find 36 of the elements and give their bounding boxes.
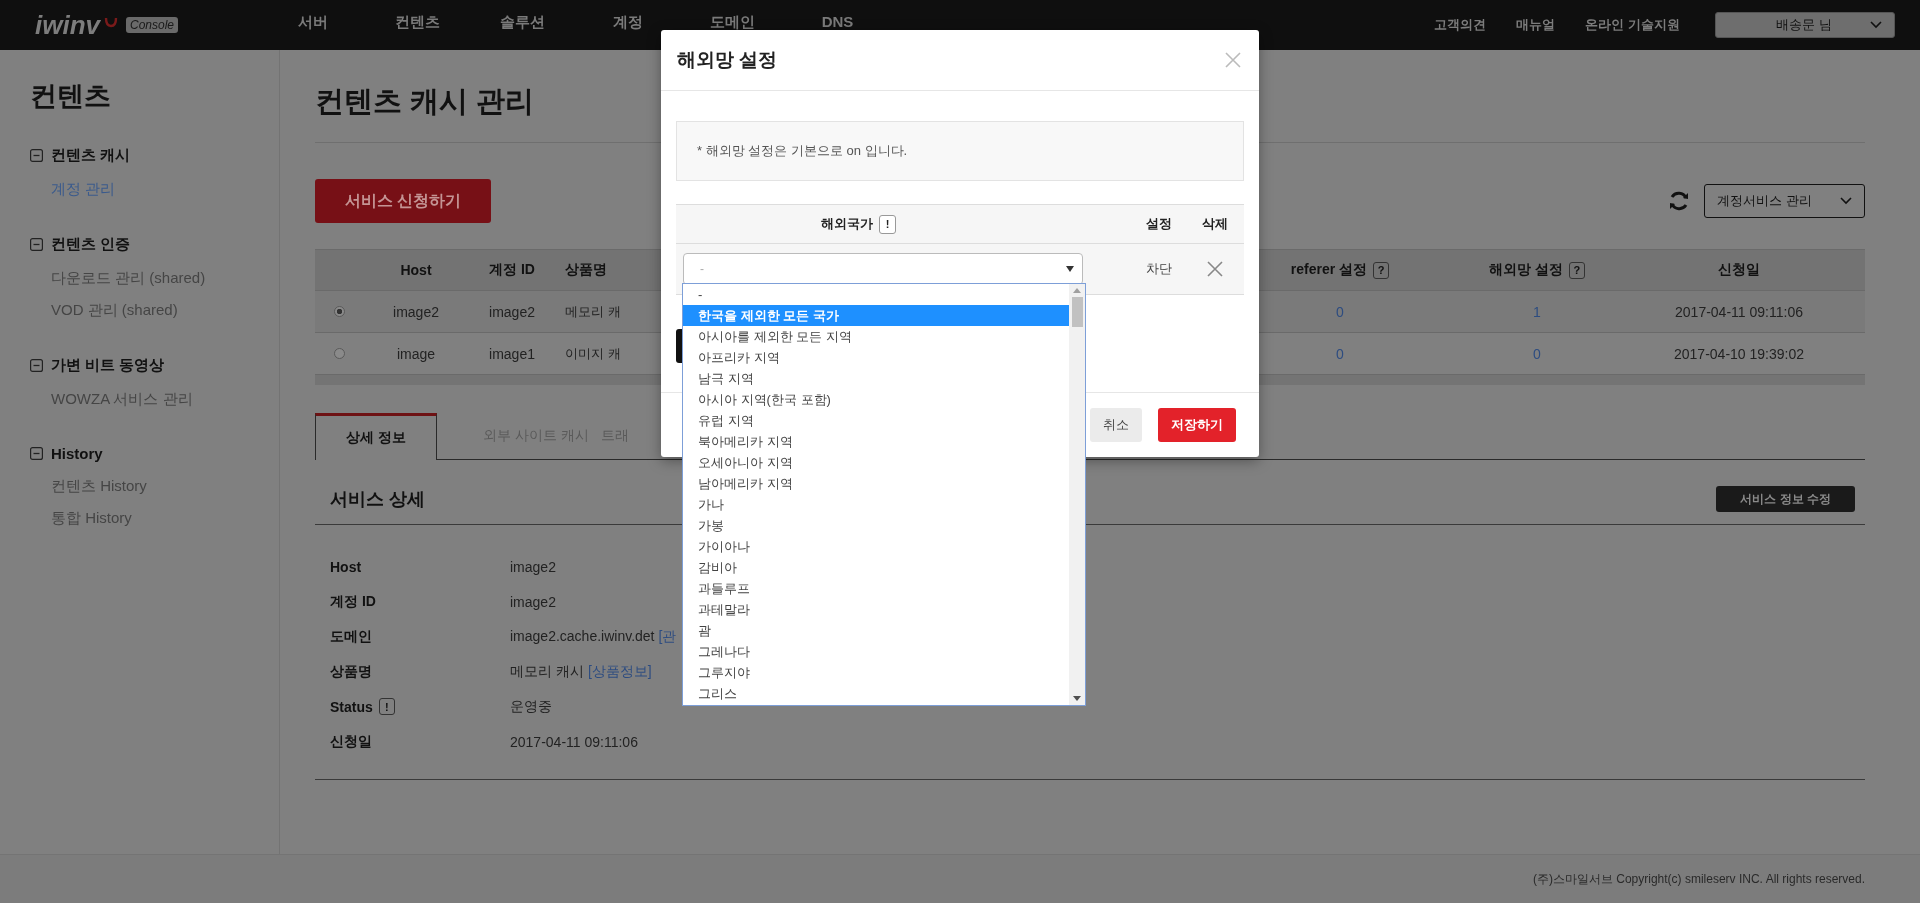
field-value: 운영중 <box>510 697 552 716</box>
table-cell: 2017-04-11 09:11:06 <box>1675 303 1803 320</box>
field-value: 2017-04-11 09:11:06 <box>510 733 638 750</box>
table-cell: image1 <box>489 345 535 362</box>
table-cell: 메모리 캐 <box>565 302 621 321</box>
field-label: 상품명 <box>330 662 372 681</box>
column-header: 계정 ID <box>489 261 535 279</box>
modal-title: 해외망 설정 <box>677 48 778 72</box>
field-label: 계정 ID <box>330 592 376 611</box>
column-header: 상품명 <box>565 261 607 279</box>
table-cell: 차단 <box>1145 260 1172 278</box>
field-label: 도메인 <box>330 627 372 646</box>
table-cell: image2 <box>489 303 535 320</box>
column-header: 신청일 <box>1718 261 1760 279</box>
field-value: image2.cache.iwinv.det <box>510 627 655 646</box>
table-cell: image2 <box>393 303 439 320</box>
column-header: 해외망 설정 <box>1489 261 1563 279</box>
section-title: 서비스 상세 <box>330 488 425 511</box>
field-label: Status <box>330 698 373 715</box>
field-value: image2 <box>510 558 556 575</box>
column-header: referer 설정 <box>1290 261 1368 279</box>
copyright-text: (주)스마일서브 Copyright(c) smileserv INC. All rights reserved. <box>1532 870 1865 888</box>
column-header: Host <box>400 262 432 278</box>
field-value: 메모리 캐시 <box>510 662 584 681</box>
column-header: 삭제 <box>1202 215 1228 233</box>
notice-text: * 해외망 설정은 기본으로 on 입니다. <box>697 142 908 160</box>
table-cell: image <box>396 345 436 362</box>
table-cell: 2017-04-10 19:39:02 <box>1674 345 1804 362</box>
field-label: 신청일 <box>330 732 372 751</box>
console-badge: Console <box>126 17 179 33</box>
table-cell: 이미지 캐 <box>565 344 621 363</box>
column-header: 설정 <box>1145 215 1172 233</box>
field-label: Host <box>330 558 362 575</box>
sidebar-title: 컨텐츠 <box>30 80 112 113</box>
column-header: 해외국가 <box>821 215 873 233</box>
field-value: image2 <box>510 593 556 610</box>
